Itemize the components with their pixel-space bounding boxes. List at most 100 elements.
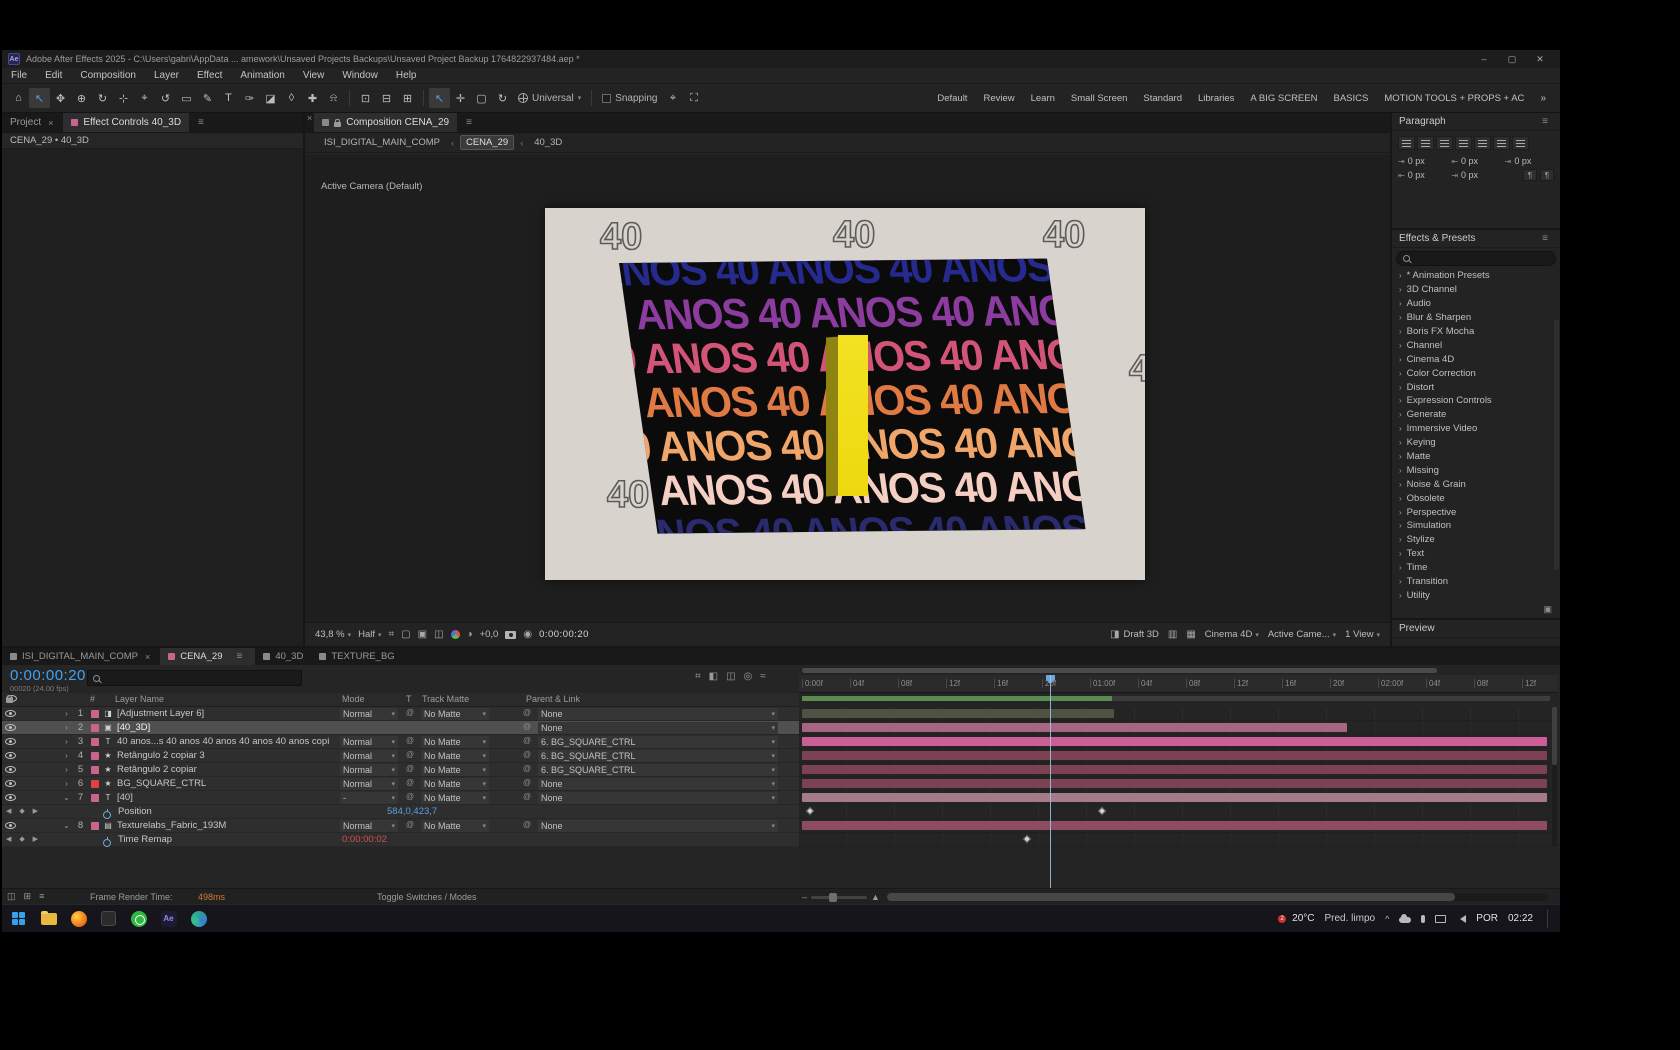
exposure-icon[interactable]: ◑ (467, 629, 473, 640)
eraser-tool-icon[interactable]: ◊ (281, 88, 302, 108)
align-right-button[interactable] (1436, 136, 1453, 150)
layer-row[interactable]: › 4 ★ Retângulo 2 copiar 3 Normal ▾ @ No Matte ▾… (2, 749, 799, 763)
mode-dropdown[interactable]: Normal ▾ (340, 736, 398, 748)
exposure-value[interactable]: +0,0 (480, 629, 499, 640)
twirl-icon[interactable]: › (60, 765, 73, 774)
zoom-in-icon[interactable]: ▲ (871, 892, 880, 902)
viewer-timecode[interactable]: 0:00:00:20 (539, 629, 589, 640)
visibility-toggle[interactable] (2, 822, 18, 829)
effects-category[interactable]: › Text (1392, 547, 1560, 561)
workspace-tab[interactable]: Libraries (1190, 93, 1242, 104)
twirl-icon[interactable]: ⌄ (60, 793, 73, 802)
timeline-lane[interactable] (799, 819, 1558, 833)
after-effects-taskbar-icon[interactable]: Ae (160, 910, 177, 927)
mask-visibility-icon[interactable]: ▢ (401, 629, 410, 640)
property-value[interactable]: 0:00:00:02 (342, 834, 387, 845)
timeline-tab[interactable]: CENA_29 ≡ (160, 648, 256, 665)
track-matte-dropdown[interactable]: No Matte ▾ (421, 708, 489, 720)
minimize-button[interactable]: – (1470, 54, 1498, 65)
column-preserve-transparency[interactable]: T (406, 694, 412, 704)
language-indicator[interactable]: POR (1476, 913, 1498, 924)
effects-category[interactable]: › Noise & Grain (1392, 477, 1560, 491)
snapping-checkbox[interactable] (602, 93, 612, 103)
show-desktop-button[interactable] (1547, 909, 1550, 928)
keyframe-navigator[interactable]: ◀ ◆ ▶ (6, 835, 41, 843)
property-value[interactable]: 584,0,423,7 (387, 806, 437, 817)
parent-dropdown[interactable]: 6. BG_SQUARE_CTRL ▾ (538, 764, 778, 776)
mode-dropdown[interactable]: Normal ▾ (340, 764, 398, 776)
effects-category[interactable]: › Generate (1392, 408, 1560, 422)
mode-dropdown[interactable]: Normal ▾ (340, 778, 398, 790)
composition-mini-flowchart-icon[interactable]: ⌗ (695, 671, 701, 682)
mask-feather-tool-icon[interactable]: ⊟ (376, 88, 397, 108)
column-layer-name[interactable]: Layer Name (115, 694, 164, 704)
workspace-tab[interactable]: BASICS (1325, 93, 1376, 104)
expand-layer-switches-icon[interactable]: ◫ (7, 891, 16, 902)
parent-pickwhip-icon[interactable]: @ (523, 764, 531, 773)
menu-view[interactable]: View (294, 70, 334, 81)
menu-file[interactable]: File (2, 70, 36, 81)
timeline-track-area[interactable]: 0:00f04f08f12f16f20f01:00f04f08f12f16f20… (799, 665, 1558, 888)
pen-tool-icon[interactable]: ✎ (197, 88, 218, 108)
close-button[interactable]: ✕ (1526, 54, 1554, 65)
timeline-horizontal-scrollbar[interactable] (887, 893, 1548, 901)
time-ruler[interactable]: 0:00f04f08f12f16f20f01:00f04f08f12f16f20… (799, 675, 1558, 693)
zoom-out-icon[interactable]: – (802, 892, 807, 902)
universal-dropdown[interactable]: Universal ▾ (518, 93, 581, 104)
microphone-icon[interactable] (1421, 914, 1426, 923)
effects-scrollbar[interactable] (1554, 320, 1559, 570)
effects-category[interactable]: › Perspective (1392, 505, 1560, 519)
timeline-lane[interactable] (799, 721, 1558, 735)
track-matte-dropdown[interactable]: No Matte ▾ (421, 750, 489, 762)
keyframe-navigator[interactable]: ◀ ◆ ▶ (6, 807, 41, 815)
workspace-tab[interactable]: Review (975, 93, 1022, 104)
layer-row[interactable]: ⌄ 7 T [40] - ▾ @ No Matte ▾ @ None ▾ (2, 791, 799, 805)
rotate-tool-icon[interactable]: ↻ (492, 88, 513, 108)
view-layout-icon-a[interactable]: ▥ (1168, 629, 1177, 640)
track-matte-dropdown[interactable]: No Matte ▾ (421, 736, 489, 748)
justify-last-left-button[interactable] (1455, 136, 1472, 150)
lock-icon[interactable] (334, 118, 342, 127)
paragraph-ltr-button[interactable]: ¶ (1522, 169, 1537, 181)
renderer-dropdown[interactable]: Cinema 4D ▾ (1205, 629, 1259, 640)
layer-row[interactable]: › 3 T 40 anos...s 40 anos 40 anos 40 anos 4… (2, 735, 799, 749)
timeline-lane[interactable] (799, 735, 1558, 749)
timeline-tab[interactable]: 40_3D (255, 648, 311, 665)
browser-globe-icon[interactable] (190, 910, 207, 927)
justify-last-right-button[interactable] (1493, 136, 1510, 150)
work-area-active[interactable] (802, 696, 1112, 701)
workspace-tab[interactable]: Standard (1135, 93, 1190, 104)
parent-pickwhip-icon[interactable]: @ (523, 722, 531, 731)
breadcrumb-item[interactable]: 40_3D (529, 136, 567, 149)
mode-dropdown[interactable]: Normal ▾ (340, 750, 398, 762)
home-tool-icon[interactable]: ⌂ (8, 88, 29, 108)
region-of-interest-icon[interactable]: ▣ (418, 629, 427, 640)
timeline-lane[interactable] (799, 749, 1558, 763)
layer-color-chip[interactable] (91, 723, 99, 732)
rectangle-tool-icon[interactable]: ▭ (176, 88, 197, 108)
layer-row[interactable]: › 6 ★ BG_SQUARE_CTRL Normal ▾ @ No Matte ▾ @ None ▾ (2, 777, 799, 791)
maximize-button[interactable]: ▢ (1498, 54, 1526, 65)
parent-pickwhip-icon[interactable]: @ (523, 778, 531, 787)
timeline-lane[interactable] (799, 777, 1558, 791)
vertex-tool-icon[interactable]: ⊞ (397, 88, 418, 108)
parent-pickwhip-icon[interactable]: @ (523, 736, 531, 745)
paragraph-field[interactable]: ⇥ 0 px (1451, 169, 1500, 181)
transparency-grid-icon[interactable]: ◫ (434, 629, 443, 640)
firefox-icon[interactable] (70, 910, 87, 927)
layer-duration-bar[interactable] (802, 709, 1114, 718)
visibility-toggle[interactable] (2, 738, 18, 745)
composition-viewer[interactable]: Active Camera (Default) 40 40 40 40 40 4… (305, 155, 1390, 622)
effects-search-input[interactable] (1396, 251, 1556, 266)
timeline-search-input[interactable] (87, 670, 302, 686)
close-icon[interactable]: × (46, 118, 55, 128)
property-row[interactable]: ◀ ◆ ▶ Time Remap 0:00:00:02 (2, 833, 799, 847)
effects-category[interactable]: › Immersive Video (1392, 422, 1560, 436)
fullscreen-icon[interactable]: ⛶ (683, 88, 704, 108)
move-tool-icon[interactable]: ✛ (450, 88, 471, 108)
fast-previews-dropdown[interactable]: ◨ Draft 3D (1110, 629, 1159, 640)
layer-duration-bar[interactable] (802, 751, 1547, 760)
effects-category[interactable]: › * Animation Presets (1392, 269, 1560, 283)
track-matte-dropdown[interactable]: No Matte ▾ (421, 778, 489, 790)
track-matte-pickwhip-icon[interactable]: @ (406, 778, 414, 787)
